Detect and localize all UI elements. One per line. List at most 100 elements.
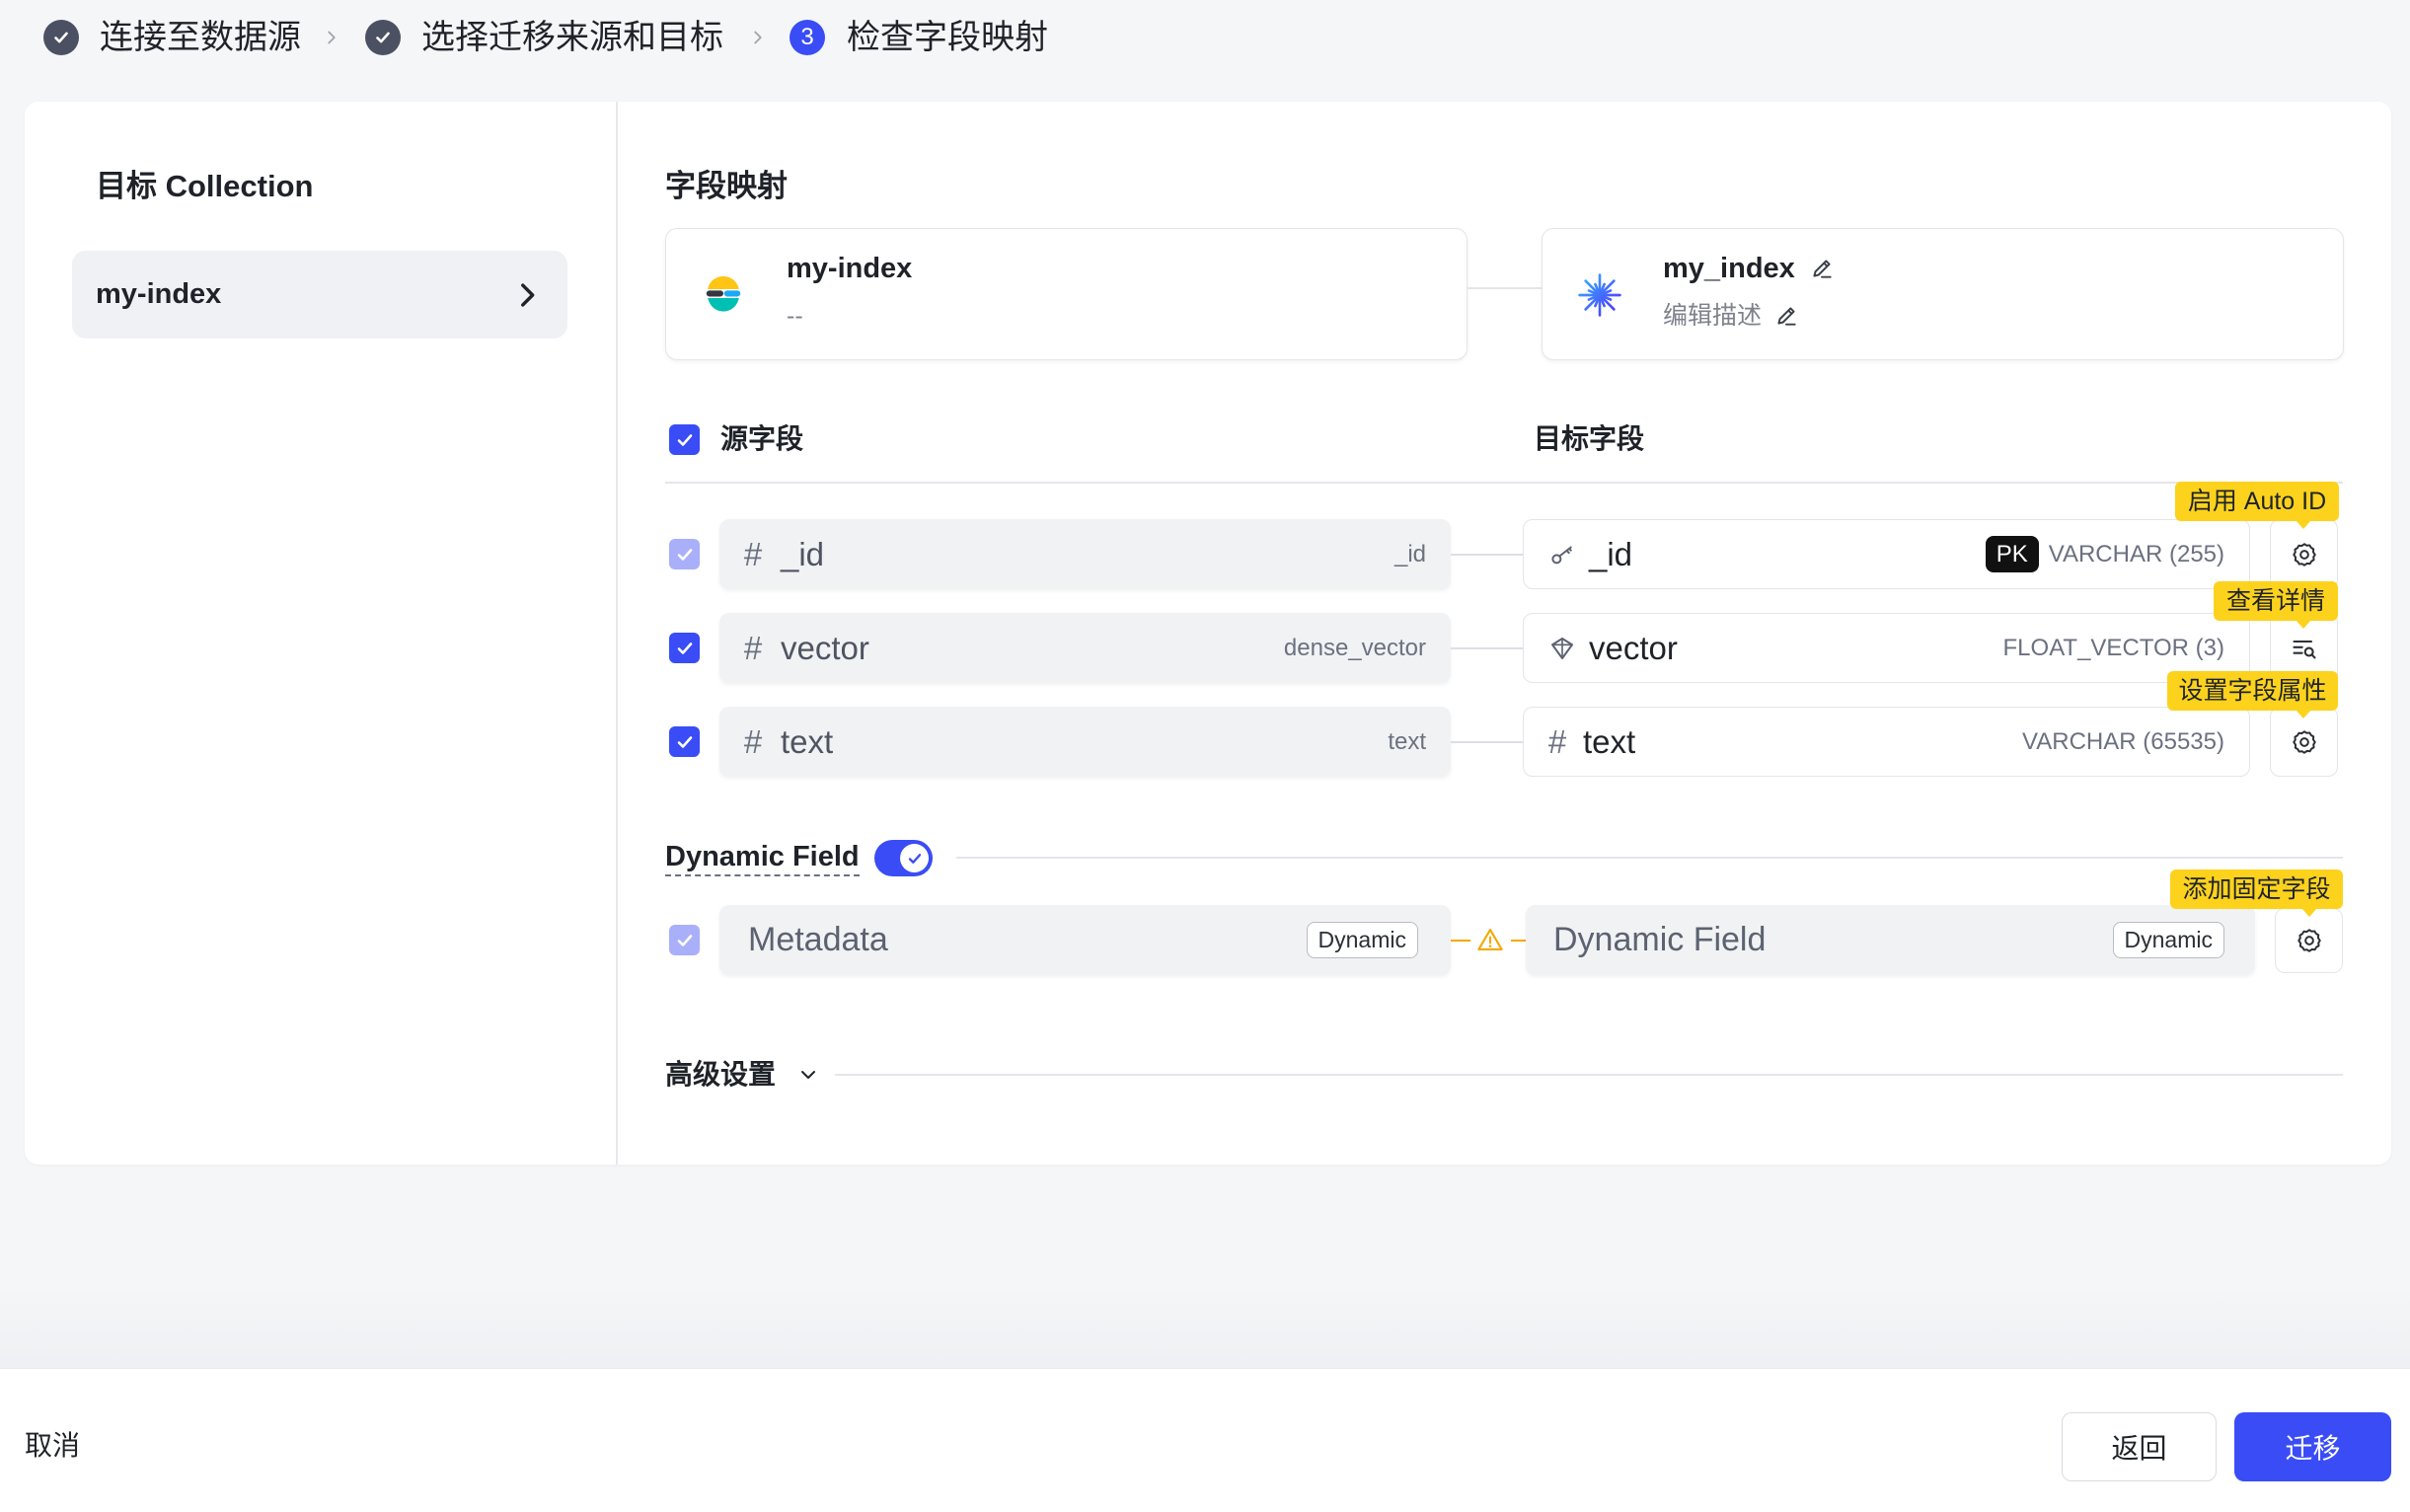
key-icon bbox=[1547, 540, 1577, 569]
field-checkbox[interactable] bbox=[669, 726, 700, 757]
field-row-text: text text text VARCHAR (65535) bbox=[25, 707, 2391, 777]
primary-key-badge: PK bbox=[1985, 536, 2039, 572]
source-field-type: _id bbox=[1393, 540, 1426, 567]
field-connector bbox=[1451, 554, 1523, 556]
tooltip-text: 查看详情 bbox=[2225, 587, 2325, 615]
tooltip-text: 添加固定字段 bbox=[2182, 875, 2331, 903]
source-collection-description-text: -- bbox=[787, 302, 803, 330]
hash-icon bbox=[735, 723, 771, 761]
target-collection-name-text: my_index bbox=[1663, 253, 1795, 284]
source-collection-card: my-index -- bbox=[665, 228, 1468, 360]
check-icon bbox=[365, 20, 401, 55]
gear-icon bbox=[2291, 728, 2318, 756]
step-connect-source[interactable]: 连接至数据源 bbox=[43, 19, 301, 56]
source-field-name: text bbox=[781, 722, 834, 760]
check-icon bbox=[900, 844, 929, 872]
dynamic-tag: Dynamic bbox=[1306, 922, 1418, 958]
target-collection-description: 编辑描述 bbox=[1663, 298, 1799, 334]
advanced-settings-toggle[interactable]: 高级设置 bbox=[665, 1059, 776, 1091]
step-select-source-target[interactable]: 选择迁移来源和目标 bbox=[365, 19, 723, 56]
target-field-type: FLOAT_VECTOR (3) bbox=[2002, 634, 2224, 661]
background-fade bbox=[0, 1283, 2410, 1368]
target-fields-header: 目标字段 bbox=[1534, 423, 1645, 454]
tooltip-arrow bbox=[2301, 908, 2317, 917]
dynamic-field-toggle[interactable] bbox=[874, 840, 933, 876]
source-collection-name-text: my-index bbox=[787, 253, 913, 284]
step-label: 检查字段映射 bbox=[847, 19, 1048, 56]
source-field: vector dense_vector bbox=[719, 613, 1451, 683]
sidebar-item-my-index[interactable]: my-index bbox=[72, 251, 567, 339]
target-field[interactable]: _id PK VARCHAR (255) bbox=[1523, 519, 2250, 589]
target-field-name: vector bbox=[1589, 629, 1678, 666]
tooltip-enable-auto-id: 启用 Auto ID bbox=[2175, 482, 2339, 529]
check-icon bbox=[43, 20, 79, 55]
field-row-id: _id _id _id PK VARCHAR (255) bbox=[25, 519, 2391, 589]
field-row-vector: vector dense_vector vector FLOAT_VECTOR … bbox=[25, 613, 2391, 683]
mapping-title: 字段映射 bbox=[665, 169, 788, 203]
step-check-field-mapping[interactable]: 3 检查字段映射 bbox=[790, 19, 1048, 56]
warning-icon bbox=[1476, 926, 1504, 953]
tooltip-arrow bbox=[2296, 710, 2311, 718]
dynamic-tag: Dynamic bbox=[2112, 922, 2224, 958]
sidebar-title: 目标 Collection bbox=[96, 169, 314, 203]
step-label: 选择迁移来源和目标 bbox=[421, 19, 723, 56]
dynamic-target-field: Dynamic Field Dynamic bbox=[1526, 905, 2255, 975]
tooltip-view-details: 查看详情 bbox=[2214, 581, 2338, 629]
field-connector bbox=[1451, 647, 1523, 649]
source-collection-name: my-index bbox=[787, 251, 912, 286]
source-field-type: dense_vector bbox=[1283, 634, 1426, 661]
dynamic-divider bbox=[956, 857, 2343, 859]
add-fixed-field-button[interactable] bbox=[2275, 908, 2343, 973]
tooltip-arrow bbox=[2296, 520, 2311, 529]
tooltip-add-fixed-field: 添加固定字段 bbox=[2170, 869, 2343, 917]
source-field-name: _id bbox=[781, 535, 825, 572]
vector-icon bbox=[1547, 634, 1577, 663]
target-field-type: VARCHAR (65535) bbox=[2022, 727, 2224, 755]
hash-icon bbox=[735, 536, 771, 573]
tooltip-field-properties: 设置字段属性 bbox=[2167, 671, 2338, 718]
chevron-down-icon[interactable] bbox=[796, 1063, 820, 1087]
back-button[interactable]: 返回 bbox=[2062, 1412, 2217, 1481]
list-search-icon bbox=[2291, 635, 2318, 662]
target-field-name: _id bbox=[1589, 535, 1633, 572]
dynamic-field-checkbox bbox=[669, 925, 700, 955]
target-field-name: text bbox=[1583, 722, 1636, 760]
tooltip-text: 启用 Auto ID bbox=[2187, 488, 2327, 515]
target-field-type: VARCHAR (255) bbox=[2048, 540, 2224, 567]
edit-description-pencil-icon[interactable] bbox=[1773, 303, 1799, 329]
target-collection-name: my_index bbox=[1663, 251, 1835, 286]
dynamic-target-name: Dynamic Field bbox=[1553, 921, 1767, 958]
chevron-right-icon bbox=[747, 27, 769, 48]
hash-icon bbox=[1540, 723, 1575, 761]
migrate-button[interactable]: 迁移 bbox=[2234, 1412, 2391, 1481]
main-card: 目标 Collection my-index 字段映射 my-index -- bbox=[25, 102, 2391, 1165]
cancel-button[interactable]: 取消 bbox=[25, 1430, 80, 1462]
source-field-type: text bbox=[1388, 727, 1426, 755]
edit-name-pencil-icon[interactable] bbox=[1809, 256, 1835, 281]
collection-connector bbox=[1468, 287, 1542, 289]
target-field[interactable]: vector FLOAT_VECTOR (3) bbox=[1523, 613, 2250, 683]
source-field: text text bbox=[719, 707, 1451, 777]
source-fields-header: 源字段 bbox=[720, 423, 804, 454]
chevron-right-icon bbox=[321, 27, 342, 48]
gear-icon bbox=[2296, 927, 2323, 954]
source-field: _id _id bbox=[719, 519, 1451, 589]
dynamic-field-row: Metadata Dynamic Dynamic Field Dynamic bbox=[25, 905, 2391, 975]
select-all-checkbox[interactable] bbox=[669, 424, 700, 455]
chevron-right-icon bbox=[510, 278, 544, 312]
advanced-divider bbox=[835, 1074, 2343, 1076]
dynamic-source-name: Metadata bbox=[748, 921, 888, 958]
milvus-logo-icon bbox=[1576, 271, 1623, 319]
step-label: 连接至数据源 bbox=[100, 19, 301, 56]
dynamic-field-label[interactable]: Dynamic Field bbox=[665, 840, 860, 876]
elasticsearch-logo-icon bbox=[701, 271, 746, 317]
footer-bar: 取消 返回 迁移 bbox=[0, 1368, 2410, 1512]
warning-connector-right bbox=[1511, 940, 1526, 942]
sidebar-item-label: my-index bbox=[96, 278, 222, 310]
target-field[interactable]: text VARCHAR (65535) bbox=[1523, 707, 2250, 777]
field-checkbox[interactable] bbox=[669, 633, 700, 663]
auto-id-settings-button[interactable] bbox=[2270, 519, 2338, 589]
header-divider bbox=[665, 482, 2343, 484]
target-collection-description-text: 编辑描述 bbox=[1663, 302, 1763, 330]
source-collection-description: -- bbox=[787, 298, 803, 334]
